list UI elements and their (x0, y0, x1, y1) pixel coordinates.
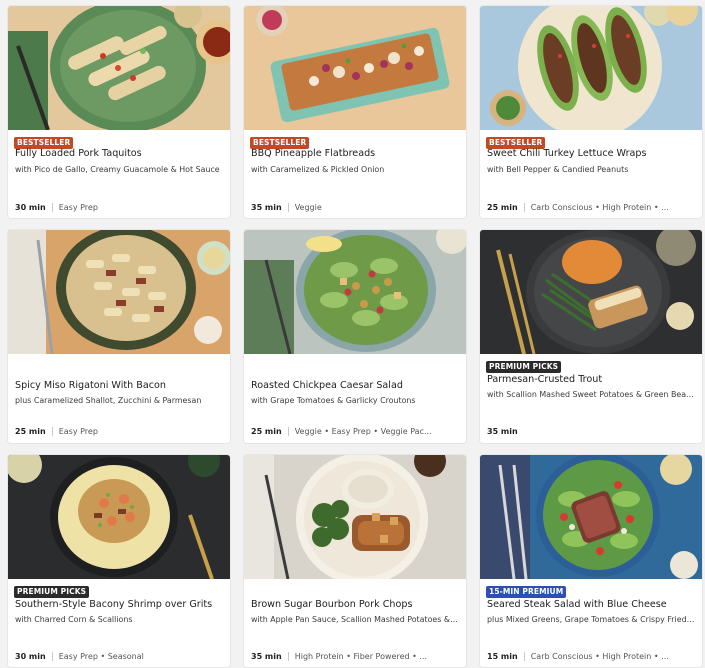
recipe-title[interactable]: Seared Steak Salad with Blue Cheese (487, 599, 696, 610)
recipe-meta: 35 min (487, 427, 696, 436)
recipe-title[interactable]: Fully Loaded Pork Taquitos (15, 148, 224, 159)
recipe-info: BESTSELLER BBQ Pineapple Flatbreads with… (244, 130, 466, 218)
recipe-title[interactable]: Brown Sugar Bourbon Pork Chops (251, 599, 460, 610)
recipe-tags: High Protein • Fiber Powered • ... (294, 652, 427, 661)
recipe-subtitle: with Pico de Gallo, Creamy Guacamole & H… (15, 165, 220, 174)
recipe-meta: 25 min Easy Prep (15, 427, 224, 436)
recipe-card[interactable]: BESTSELLER Sweet Chili Turkey Lettuce Wr… (480, 6, 702, 218)
recipe-info: Brown Sugar Bourbon Pork Chops with Appl… (244, 579, 466, 667)
recipe-tags: Carb Conscious • High Protein • ... (530, 203, 669, 212)
recipe-title[interactable]: Southern-Style Bacony Shrimp over Grits (15, 599, 224, 610)
recipe-card[interactable]: Roasted Chickpea Caesar Salad with Grape… (244, 230, 466, 443)
recipe-photo-steak-salad[interactable] (480, 455, 702, 579)
prep-time: 25 min (251, 427, 282, 436)
recipe-card[interactable]: Spicy Miso Rigatoni With Bacon plus Cara… (8, 230, 230, 443)
recipe-title[interactable]: Sweet Chili Turkey Lettuce Wraps (487, 148, 696, 159)
recipe-info: BESTSELLER Fully Loaded Pork Taquitos wi… (8, 130, 230, 218)
prep-time: 35 min (251, 652, 282, 661)
recipe-subtitle: plus Mixed Greens, Grape Tomatoes & Cris… (487, 615, 696, 624)
recipe-meta: 35 min High Protein • Fiber Powered • ..… (251, 652, 460, 661)
recipe-photo-trout[interactable] (480, 230, 702, 354)
recipe-info: Spicy Miso Rigatoni With Bacon plus Cara… (8, 354, 230, 442)
recipe-subtitle: with Scallion Mashed Sweet Potatoes & Gr… (487, 390, 696, 399)
recipe-subtitle: with Grape Tomatoes & Garlicky Croutons (251, 396, 416, 405)
prep-time: 35 min (487, 427, 518, 436)
recipe-photo-flatbread[interactable] (244, 6, 466, 130)
recipe-title[interactable]: Roasted Chickpea Caesar Salad (251, 380, 460, 391)
prep-time: 25 min (487, 203, 518, 212)
fifteen-min-premium-badge: 15-MIN PREMIUM (486, 586, 567, 598)
recipe-photo-rigatoni[interactable] (8, 230, 230, 354)
recipe-meta: 30 min Easy Prep • Seasonal (15, 652, 224, 661)
recipe-subtitle: with Bell Pepper & Candied Peanuts (487, 165, 629, 174)
divider (51, 203, 53, 212)
recipe-tags: Veggie (294, 203, 322, 212)
recipe-card[interactable]: PREMIUM PICKS Southern-Style Bacony Shri… (8, 455, 230, 667)
recipe-photo-pork-chops[interactable] (244, 455, 466, 579)
premium-picks-badge: PREMIUM PICKS (486, 361, 562, 373)
recipe-tags: Veggie • Easy Prep • Veggie Pac... (294, 427, 432, 436)
recipe-info: PREMIUM PICKS Southern-Style Bacony Shri… (8, 579, 230, 667)
divider (287, 203, 289, 212)
recipe-info: PREMIUM PICKS Parmesan-Crusted Trout wit… (480, 354, 702, 442)
recipe-meta: 35 min Veggie (251, 203, 460, 212)
recipe-info: 15-MIN PREMIUM Seared Steak Salad with B… (480, 579, 702, 667)
recipe-subtitle: with Caramelized & Pickled Onion (251, 165, 385, 174)
prep-time: 35 min (251, 203, 282, 212)
recipe-meta: 15 min Carb Conscious • High Protein • .… (487, 652, 696, 661)
divider (287, 652, 289, 661)
recipe-card[interactable]: Brown Sugar Bourbon Pork Chops with Appl… (244, 455, 466, 667)
divider (287, 427, 289, 436)
divider (523, 652, 525, 661)
recipe-subtitle: plus Caramelized Shallot, Zucchini & Par… (15, 396, 202, 405)
recipe-card[interactable]: BESTSELLER BBQ Pineapple Flatbreads with… (244, 6, 466, 218)
recipe-card[interactable]: BESTSELLER Fully Loaded Pork Taquitos wi… (8, 6, 230, 218)
recipe-tags: Easy Prep • Seasonal (58, 652, 144, 661)
prep-time: 15 min (487, 652, 518, 661)
recipe-tags: Easy Prep (58, 427, 98, 436)
recipe-title[interactable]: Spicy Miso Rigatoni With Bacon (15, 380, 224, 391)
divider (51, 427, 53, 436)
recipe-title[interactable]: Parmesan-Crusted Trout (487, 374, 696, 385)
prep-time: 30 min (15, 652, 46, 661)
recipe-photo-lettuce-wraps[interactable] (480, 6, 702, 130)
recipe-title[interactable]: BBQ Pineapple Flatbreads (251, 148, 460, 159)
recipe-card[interactable]: PREMIUM PICKS Parmesan-Crusted Trout wit… (480, 230, 702, 443)
recipe-photo-shrimp-grits[interactable] (8, 455, 230, 579)
recipe-tags: Easy Prep (58, 203, 98, 212)
recipe-meta: 25 min Veggie • Easy Prep • Veggie Pac..… (251, 427, 460, 436)
divider (523, 203, 525, 212)
prep-time: 30 min (15, 203, 46, 212)
recipe-photo-caesar-salad[interactable] (244, 230, 466, 354)
recipe-card[interactable]: 15-MIN PREMIUM Seared Steak Salad with B… (480, 455, 702, 667)
divider (51, 652, 53, 661)
recipe-photo-taquitos[interactable] (8, 6, 230, 130)
recipe-tags: Carb Conscious • High Protein • ... (530, 652, 669, 661)
recipe-info: BESTSELLER Sweet Chili Turkey Lettuce Wr… (480, 130, 702, 218)
recipe-grid: BESTSELLER Fully Loaded Pork Taquitos wi… (8, 6, 702, 667)
recipe-meta: 25 min Carb Conscious • High Protein • .… (487, 203, 696, 212)
recipe-meta: 30 min Easy Prep (15, 203, 224, 212)
recipe-subtitle: with Apple Pan Sauce, Scallion Mashed Po… (251, 615, 460, 624)
recipe-info: Roasted Chickpea Caesar Salad with Grape… (244, 354, 466, 442)
prep-time: 25 min (15, 427, 46, 436)
recipe-subtitle: with Charred Corn & Scallions (15, 615, 133, 624)
premium-picks-badge: PREMIUM PICKS (14, 586, 90, 598)
